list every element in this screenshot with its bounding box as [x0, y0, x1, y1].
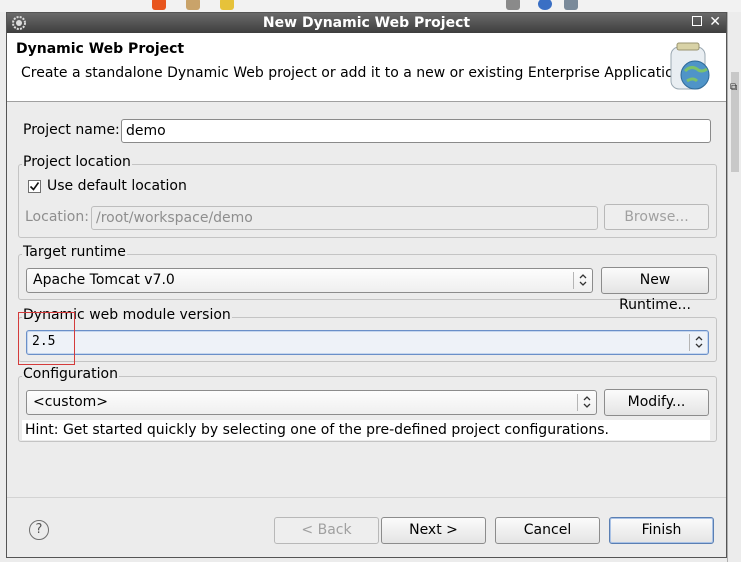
browse-button[interactable]: Browse...	[604, 204, 709, 230]
help-tray-icon[interactable]	[538, 0, 552, 10]
configuration-value: <custom>	[33, 394, 109, 410]
module-version-select[interactable]: 2.5	[26, 330, 709, 355]
next-button[interactable]: Next >	[381, 517, 486, 544]
location-label: Location:	[25, 209, 89, 225]
project-name-input[interactable]: demo	[121, 119, 711, 143]
page-description: Create a standalone Dynamic Web project …	[21, 65, 687, 81]
project-location-label: Project location	[22, 154, 132, 170]
finish-button[interactable]: Finish	[609, 517, 714, 544]
notes-icon[interactable]	[220, 0, 234, 10]
cancel-button[interactable]: Cancel	[495, 517, 600, 544]
wizard-header: Dynamic Web Project Create a standalone …	[7, 33, 726, 102]
configuration-hint: Hint: Get started quickly by selecting o…	[25, 422, 609, 438]
updown-arrows-icon	[695, 336, 703, 348]
target-runtime-value: Apache Tomcat v7.0	[33, 272, 175, 288]
desktop-top-panel	[0, 0, 741, 12]
configuration-label: Configuration	[22, 366, 119, 382]
location-input[interactable]: /root/workspace/demo	[91, 206, 598, 230]
page-title: Dynamic Web Project	[16, 41, 185, 57]
modify-button[interactable]: Modify...	[604, 389, 709, 416]
configuration-select[interactable]: <custom>	[26, 390, 597, 415]
target-runtime-select[interactable]: Apache Tomcat v7.0	[26, 268, 593, 293]
background-window-edge: ⧉	[727, 12, 741, 562]
annotation-highlight-box	[18, 312, 75, 365]
help-icon[interactable]: ?	[29, 520, 49, 540]
title-bar[interactable]: New Dynamic Web Project ✕	[7, 13, 726, 33]
firefox-icon[interactable]	[152, 0, 166, 10]
globe-jar-icon	[670, 42, 710, 90]
window-title: New Dynamic Web Project	[262, 15, 471, 31]
network-icon[interactable]	[564, 0, 578, 10]
project-name-label: Project name:	[23, 122, 120, 138]
volume-icon[interactable]	[506, 0, 520, 10]
close-icon[interactable]: ✕	[709, 13, 721, 31]
maximize-icon[interactable]	[692, 16, 702, 26]
use-default-location-label[interactable]: Use default location	[47, 178, 187, 194]
mail-icon[interactable]	[186, 0, 200, 10]
back-button[interactable]: < Back	[274, 517, 379, 544]
target-runtime-label: Target runtime	[22, 244, 127, 260]
new-runtime-button[interactable]: New Runtime...	[601, 267, 709, 313]
footer-separator	[7, 497, 726, 498]
use-default-location-checkbox[interactable]	[28, 180, 41, 193]
updown-arrows-icon	[583, 396, 591, 408]
new-dynamic-web-project-dialog: New Dynamic Web Project ✕ Dynamic Web Pr…	[6, 12, 727, 558]
updown-arrows-icon	[579, 274, 587, 286]
restore-icon: ⧉	[730, 82, 738, 93]
